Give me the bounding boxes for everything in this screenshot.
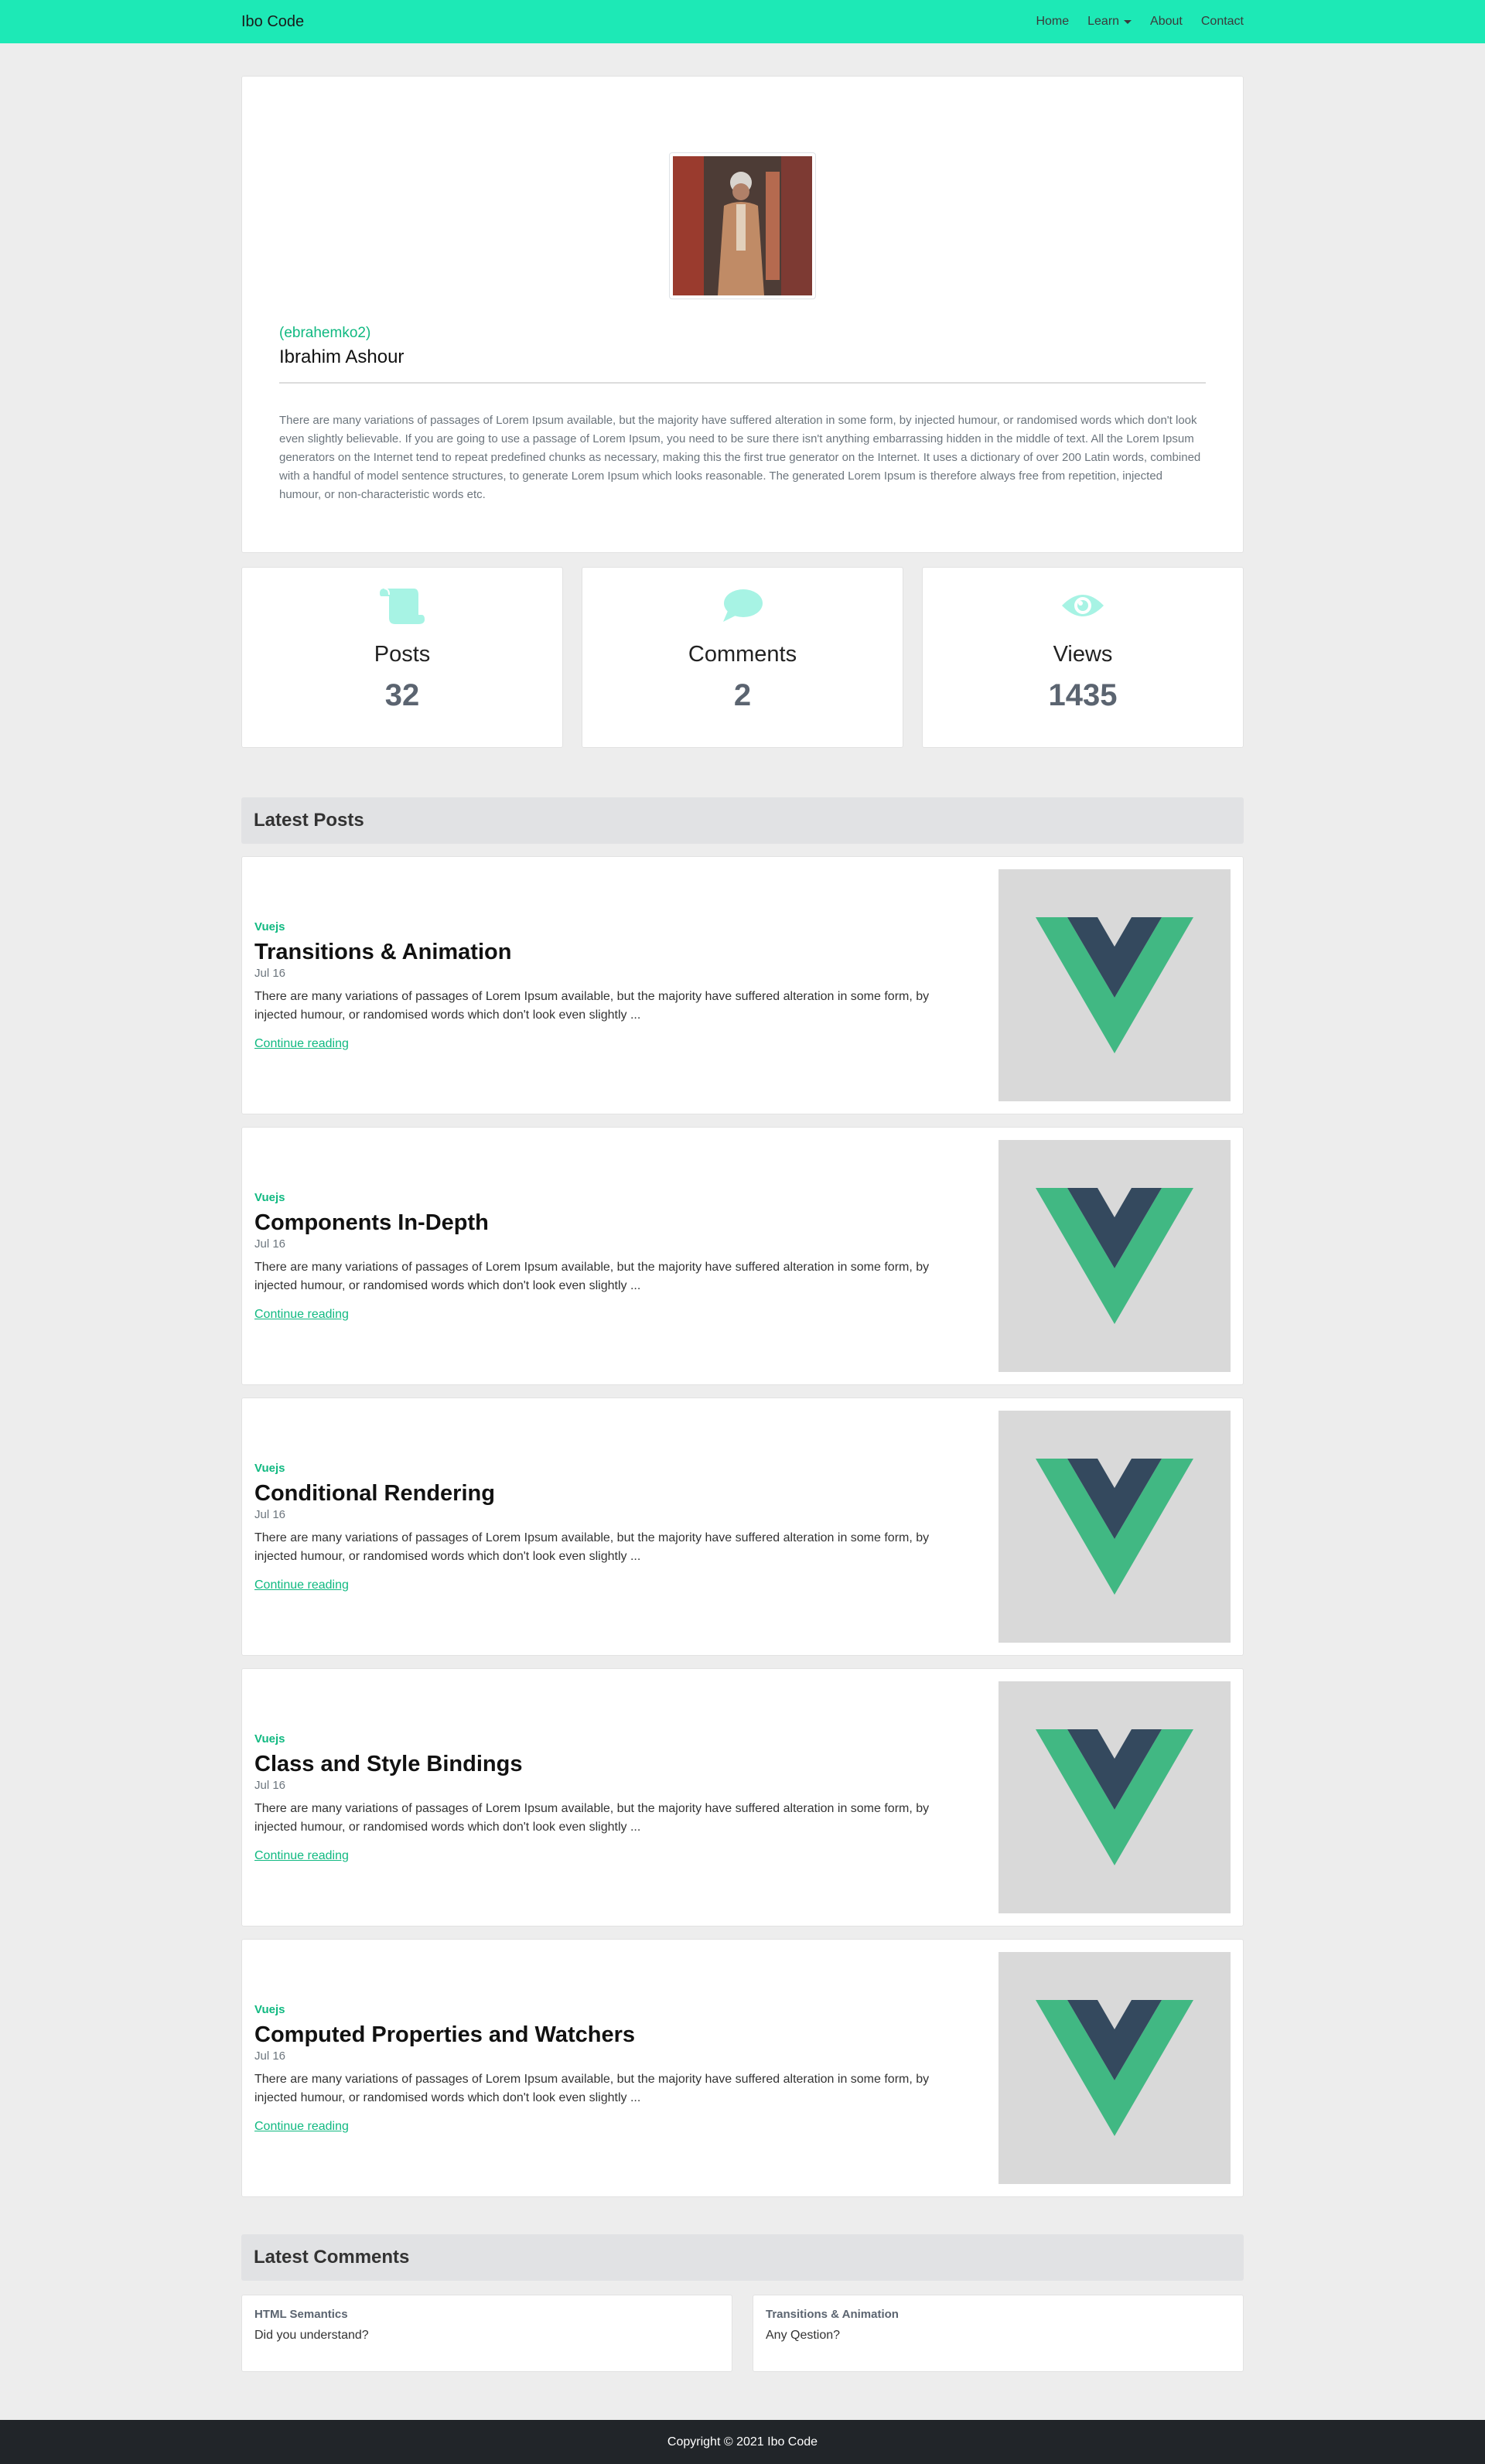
comment-card: HTML Semantics Did you understand? xyxy=(241,2295,732,2372)
latest-comments-heading: Latest Comments xyxy=(241,2234,1244,2281)
vue-logo-icon xyxy=(1036,1729,1193,1865)
post-category[interactable]: Vuejs xyxy=(254,1191,974,1204)
post-excerpt: There are many variations of passages of… xyxy=(254,989,930,1022)
stat-comments: Comments 2 xyxy=(582,567,903,748)
stat-label: Posts xyxy=(374,642,431,667)
vue-logo-icon xyxy=(1036,1188,1193,1324)
nav-home-link[interactable]: Home xyxy=(1036,15,1069,29)
post-title[interactable]: Conditional Rendering xyxy=(254,1481,974,1507)
post-thumbnail[interactable] xyxy=(999,1952,1231,2184)
post-date: Jul 16 xyxy=(254,1237,286,1251)
profile-card: (ebrahemko2) Ibrahim Ashour There are ma… xyxy=(241,76,1244,553)
comment-card: Transitions & Animation Any Qestion? xyxy=(753,2295,1244,2372)
nav-learn-label: Learn xyxy=(1087,15,1120,28)
post-excerpt: There are many variations of passages of… xyxy=(254,2072,930,2104)
post-thumbnail[interactable] xyxy=(999,1140,1231,1372)
avatar-photo xyxy=(673,156,812,295)
comment-text: Any Qestion? xyxy=(766,2329,841,2342)
stat-label: Views xyxy=(1053,642,1113,667)
continue-reading-link[interactable]: Continue reading xyxy=(254,2120,974,2134)
caret-down-icon xyxy=(1124,19,1132,24)
continue-reading-link[interactable]: Continue reading xyxy=(254,1849,974,1863)
footer-copyright: Copyright © 2021 Ibo Code xyxy=(667,2435,818,2449)
avatar xyxy=(669,152,816,299)
comment-post-title[interactable]: Transitions & Animation xyxy=(766,2308,1231,2321)
post-title[interactable]: Components In-Depth xyxy=(254,1210,974,1236)
post-excerpt: There are many variations of passages of… xyxy=(254,1801,930,1834)
post-thumbnail[interactable] xyxy=(999,1681,1231,1913)
post-category[interactable]: Vuejs xyxy=(254,1732,974,1746)
footer: Copyright © 2021 Ibo Code xyxy=(0,2420,1485,2464)
comment-icon xyxy=(723,589,763,622)
divider xyxy=(279,382,1206,384)
post-card: Vuejs Computed Properties and Watchers J… xyxy=(241,1939,1244,2197)
profile-name: Ibrahim Ashour xyxy=(279,346,405,367)
post-title[interactable]: Transitions & Animation xyxy=(254,940,974,965)
post-excerpt: There are many variations of passages of… xyxy=(254,1260,930,1292)
stat-views: Views 1435 xyxy=(922,567,1244,748)
post-date: Jul 16 xyxy=(254,966,286,980)
stat-label: Comments xyxy=(688,642,797,667)
posts-list: Vuejs Transitions & Animation Jul 16 The… xyxy=(241,856,1244,2197)
continue-reading-link[interactable]: Continue reading xyxy=(254,1578,974,1592)
stat-value: 2 xyxy=(733,678,752,712)
main-content: (ebrahemko2) Ibrahim Ashour There are ma… xyxy=(241,76,1244,2372)
post-card: Vuejs Class and Style Bindings Jul 16 Th… xyxy=(241,1668,1244,1926)
vue-logo-icon xyxy=(1036,917,1193,1053)
brand-link[interactable]: Ibo Code xyxy=(241,13,304,31)
post-title[interactable]: Class and Style Bindings xyxy=(254,1752,974,1777)
post-thumbnail[interactable] xyxy=(999,869,1231,1101)
scroll-icon xyxy=(380,588,425,624)
post-date: Jul 16 xyxy=(254,2049,286,2063)
continue-reading-link[interactable]: Continue reading xyxy=(254,1037,974,1051)
post-card: Vuejs Components In-Depth Jul 16 There a… xyxy=(241,1127,1244,1385)
stat-value: 32 xyxy=(384,678,420,712)
navbar: Ibo Code Home Learn About Contact xyxy=(0,0,1485,43)
comment-post-title[interactable]: HTML Semantics xyxy=(254,2308,719,2321)
post-category[interactable]: Vuejs xyxy=(254,2003,974,2016)
continue-reading-link[interactable]: Continue reading xyxy=(254,1308,974,1322)
post-card: Vuejs Transitions & Animation Jul 16 The… xyxy=(241,856,1244,1114)
nav-about-link[interactable]: About xyxy=(1150,15,1183,29)
post-excerpt: There are many variations of passages of… xyxy=(254,1531,930,1563)
nav-contact-link[interactable]: Contact xyxy=(1201,15,1244,29)
post-category[interactable]: Vuejs xyxy=(254,1462,974,1475)
profile-bio: There are many variations of passages of… xyxy=(279,414,1201,501)
post-thumbnail[interactable] xyxy=(999,1411,1231,1643)
stats-row: Posts 32 Comments 2 Views 1435 xyxy=(241,567,1244,748)
vue-logo-icon xyxy=(1036,2000,1193,2136)
latest-posts-heading: Latest Posts xyxy=(241,797,1244,844)
comments-list: HTML Semantics Did you understand? Trans… xyxy=(241,2295,1244,2372)
eye-icon xyxy=(1062,595,1104,616)
post-title[interactable]: Computed Properties and Watchers xyxy=(254,2022,974,2048)
stat-value: 1435 xyxy=(1048,678,1118,712)
nav-learn-dropdown[interactable]: Learn xyxy=(1087,15,1132,29)
post-date: Jul 16 xyxy=(254,1778,286,1792)
vue-logo-icon xyxy=(1036,1459,1193,1595)
comment-text: Did you understand? xyxy=(254,2329,369,2342)
post-date: Jul 16 xyxy=(254,1507,286,1521)
nav-links: Home Learn About Contact xyxy=(1036,15,1244,29)
post-category[interactable]: Vuejs xyxy=(254,920,974,933)
profile-username: (ebrahemko2) xyxy=(279,325,371,341)
stat-posts: Posts 32 xyxy=(241,567,563,748)
post-card: Vuejs Conditional Rendering Jul 16 There… xyxy=(241,1398,1244,1656)
